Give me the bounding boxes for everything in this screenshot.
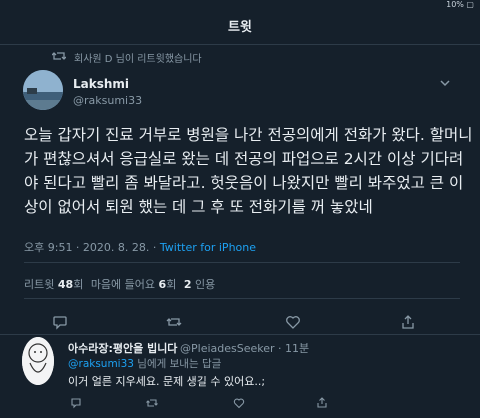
reply-display-name[interactable]: 아수라장:평안을 빕니다 (68, 340, 177, 356)
page-header: 트윗 (0, 14, 480, 44)
avatar[interactable] (23, 70, 63, 110)
reply-avatar[interactable] (22, 337, 54, 385)
reply-mention[interactable]: @raksumi33 (68, 358, 134, 370)
reply-handle[interactable]: @PleiadesSeeker · 11분 (180, 340, 309, 356)
reply-text: 이거 얼른 지우세요. 문제 생길 수 있어요..; (68, 375, 266, 388)
like-icon[interactable] (285, 314, 301, 330)
share-icon[interactable] (400, 314, 416, 330)
retweets-label: 리트윗 (24, 278, 55, 291)
likes-label: 마음에 들어요 (90, 278, 156, 291)
chevron-down-icon[interactable] (440, 78, 450, 88)
retweet-context[interactable]: 회사원 D 님이 리트윗했습니다 (74, 50, 202, 65)
meta-divider (24, 262, 460, 263)
user-handle[interactable]: @raksumi33 (73, 94, 142, 107)
tweet-text: 오늘 갑자기 진료 거부로 병원을 나간 전공의에게 전화가 왔다. 할머니가 … (24, 126, 473, 216)
status-bar: 10% ▢ (0, 0, 480, 14)
quotes-stat[interactable]: 2 인용 (180, 276, 215, 292)
likes-suffix: 회 (166, 278, 177, 291)
reply-like-icon[interactable] (233, 397, 245, 409)
retweet-button-icon[interactable] (166, 314, 182, 330)
reply-to-line: @raksumi33 님에게 보내는 답글 (68, 356, 221, 371)
avatar-image (23, 70, 63, 110)
reply-to-suffix: 님에게 보내는 답글 (133, 358, 222, 370)
likes-stat[interactable]: 마음에 들어요 6회 (87, 276, 177, 292)
page-title: 트윗 (228, 20, 252, 35)
reply-icon[interactable] (52, 314, 68, 330)
status-indicators: 10% ▢ (446, 0, 474, 9)
display-name[interactable]: Lakshmi (73, 77, 129, 91)
quotes-label: 인용 (194, 278, 216, 291)
tweet-actions (0, 314, 480, 332)
header-divider (0, 44, 480, 45)
client-link[interactable]: Twitter for iPhone (160, 241, 256, 254)
tweet-meta: 오후 9:51 · 2020. 8. 28. · Twitter for iPh… (24, 239, 256, 255)
retweets-stat[interactable]: 리트윗 48회 (24, 276, 83, 292)
reply-share-icon[interactable] (316, 397, 328, 409)
stats-divider (24, 298, 460, 299)
reply-reply-icon[interactable] (70, 397, 82, 409)
tweet-timestamp: 오후 9:51 · 2020. 8. 28. · (24, 241, 160, 254)
retweets-count: 48 (57, 278, 74, 291)
retweets-suffix: 회 (73, 278, 84, 291)
retweet-icon (52, 52, 66, 60)
actions-divider (0, 334, 480, 335)
reply-retweet-icon[interactable] (146, 397, 158, 409)
quotes-count: 2 (183, 278, 192, 291)
battery-text: 10% ▢ (446, 0, 474, 9)
retweet-context-text: 회사원 D 님이 리트윗했습니다 (74, 54, 202, 65)
reply-actions (0, 397, 480, 411)
reply-avatar-image (22, 337, 54, 385)
tweet-stats: 리트윗 48회 마음에 들어요 6회 2 인용 (24, 276, 215, 292)
